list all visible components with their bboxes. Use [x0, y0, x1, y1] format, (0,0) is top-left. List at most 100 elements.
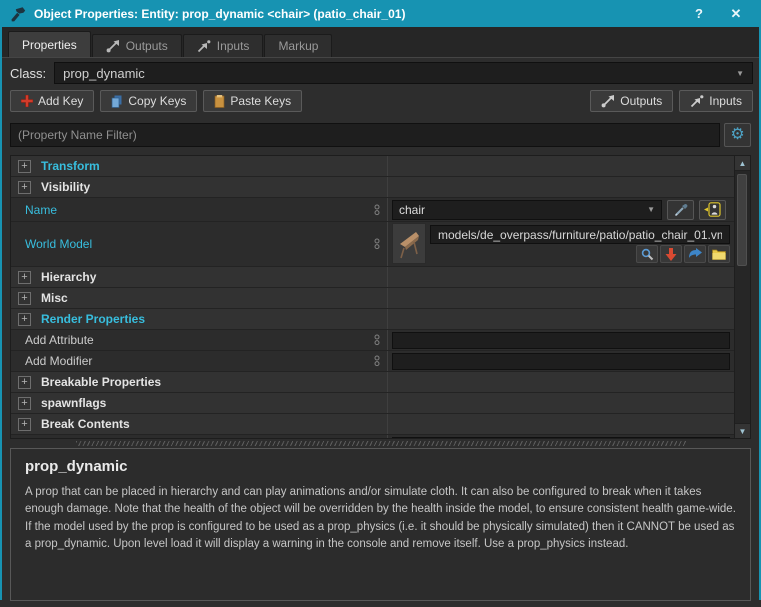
copy-keys-button[interactable]: Copy Keys — [100, 90, 197, 112]
help-description: A prop that can be placed in hierarchy a… — [25, 484, 736, 553]
property-row-world-model: World Model — [11, 222, 734, 267]
expand-icon[interactable]: + — [18, 181, 31, 194]
add-modifier-input[interactable] — [392, 353, 730, 370]
chevron-down-icon: ▼ — [736, 69, 744, 78]
category-row-hierarchy[interactable]: + Hierarchy — [11, 267, 734, 288]
splitter-handle[interactable] — [2, 439, 759, 448]
world-model-input[interactable] — [430, 225, 730, 244]
browse-model-button[interactable] — [636, 245, 658, 263]
tab-properties[interactable]: Properties — [8, 31, 91, 57]
blue-right-arrow-icon — [689, 248, 702, 260]
property-label: World Model — [25, 237, 92, 251]
expand-icon[interactable]: + — [18, 376, 31, 389]
vertical-scrollbar[interactable]: ▲ ▼ — [734, 156, 750, 438]
name-value: chair — [399, 203, 425, 217]
expand-icon[interactable]: + — [18, 160, 31, 173]
outputs-button[interactable]: Outputs — [590, 90, 673, 112]
inputs-button[interactable]: Inputs — [679, 90, 753, 112]
class-row: Class: prop_dynamic ▼ — [2, 58, 759, 86]
output-arrow-icon — [601, 95, 615, 108]
key-toolbar: Add Key Copy Keys Paste — [2, 86, 759, 116]
folder-button[interactable] — [708, 245, 730, 263]
property-row-add-modifier: Add Modifier — [11, 351, 734, 372]
property-label: Add Attribute — [25, 333, 94, 347]
help-panel: prop_dynamic A prop that can be placed i… — [10, 448, 751, 601]
property-grid: + Transform + Visibility Name — [10, 155, 751, 439]
scroll-up-icon: ▲ — [739, 159, 747, 168]
titlebar[interactable]: Object Properties: Entity: prop_dynamic … — [2, 0, 759, 27]
property-row-add-attribute: Add Attribute — [11, 330, 734, 351]
property-row-alpha: Alpha — [11, 435, 734, 439]
help-title: prop_dynamic — [25, 458, 736, 475]
expand-icon[interactable]: + — [18, 271, 31, 284]
expand-icon[interactable]: + — [18, 418, 31, 431]
help-button[interactable]: ? — [684, 6, 714, 21]
category-label: spawnflags — [41, 396, 106, 410]
variable-bind-icon — [374, 334, 380, 346]
add-attribute-input[interactable] — [392, 332, 730, 349]
property-filter-input[interactable] — [10, 123, 720, 147]
scroll-down-button[interactable]: ▼ — [735, 423, 750, 438]
add-key-button[interactable]: Add Key — [10, 90, 94, 112]
input-arrow-icon — [690, 95, 704, 108]
pick-entity-icon — [704, 202, 721, 217]
variable-bind-icon — [374, 238, 380, 250]
property-label: Add Modifier — [25, 354, 92, 368]
category-row-visibility[interactable]: + Visibility — [11, 177, 734, 198]
object-properties-dialog: Object Properties: Entity: prop_dynamic … — [0, 0, 761, 600]
property-row-name: Name chair ▼ — [11, 198, 734, 222]
expand-icon[interactable]: + — [18, 292, 31, 305]
eyedropper-icon — [674, 203, 688, 217]
goto-model-button[interactable] — [684, 245, 706, 263]
category-row-misc[interactable]: + Misc — [11, 288, 734, 309]
category-label: Break Contents — [41, 417, 130, 431]
category-label: Render Properties — [41, 312, 145, 326]
tab-outputs[interactable]: Outputs — [92, 34, 182, 57]
plus-icon — [21, 95, 33, 107]
scroll-down-icon: ▼ — [739, 427, 747, 436]
category-row-breakable-properties[interactable]: + Breakable Properties — [11, 372, 734, 393]
red-down-arrow-icon — [665, 248, 677, 261]
variable-bind-icon — [374, 355, 380, 367]
expand-icon[interactable]: + — [18, 313, 31, 326]
filter-settings-button[interactable]: ⚙ — [724, 123, 751, 147]
chevron-down-icon: ▼ — [647, 205, 655, 214]
tab-markup[interactable]: Markup — [264, 34, 332, 57]
name-combobox[interactable]: chair ▼ — [392, 200, 662, 220]
category-label: Misc — [41, 291, 68, 305]
input-arrow-icon — [197, 40, 211, 53]
window-title: Object Properties: Entity: prop_dynamic … — [34, 7, 677, 21]
category-row-spawnflags[interactable]: + spawnflags — [11, 393, 734, 414]
properties-page: Class: prop_dynamic ▼ Add Key — [2, 57, 759, 607]
folder-icon — [712, 248, 726, 260]
class-label: Class: — [10, 66, 46, 81]
tab-bar: Properties Outputs Inputs — [2, 27, 759, 57]
category-label: Transform — [41, 159, 100, 173]
category-label: Hierarchy — [41, 270, 96, 284]
eyedropper-button[interactable] — [667, 200, 694, 220]
property-label: Alpha — [25, 438, 56, 439]
class-combobox[interactable]: prop_dynamic ▼ — [54, 62, 753, 84]
class-value: prop_dynamic — [63, 66, 145, 81]
magnifier-icon — [641, 248, 654, 261]
category-row-transform[interactable]: + Transform — [11, 156, 734, 177]
tab-inputs[interactable]: Inputs — [183, 34, 264, 57]
hammer-icon — [10, 6, 27, 22]
paste-icon — [214, 95, 225, 108]
output-arrow-icon — [106, 40, 120, 53]
pick-entity-button[interactable] — [699, 200, 726, 220]
expand-icon[interactable]: + — [18, 397, 31, 410]
scrollbar-thumb[interactable] — [737, 174, 747, 266]
model-thumbnail[interactable] — [392, 223, 426, 264]
close-button[interactable]: ✕ — [721, 6, 751, 22]
gear-icon: ⚙ — [730, 127, 744, 143]
variable-bind-icon — [374, 204, 380, 216]
category-row-render-properties[interactable]: + Render Properties — [11, 309, 734, 330]
category-row-break-contents[interactable]: + Break Contents — [11, 414, 734, 435]
load-model-button[interactable] — [660, 245, 682, 263]
paste-keys-button[interactable]: Paste Keys — [203, 90, 302, 112]
scroll-up-button[interactable]: ▲ — [735, 156, 750, 171]
alpha-input[interactable] — [392, 437, 730, 440]
copy-icon — [111, 95, 123, 108]
category-label: Visibility — [41, 180, 90, 194]
